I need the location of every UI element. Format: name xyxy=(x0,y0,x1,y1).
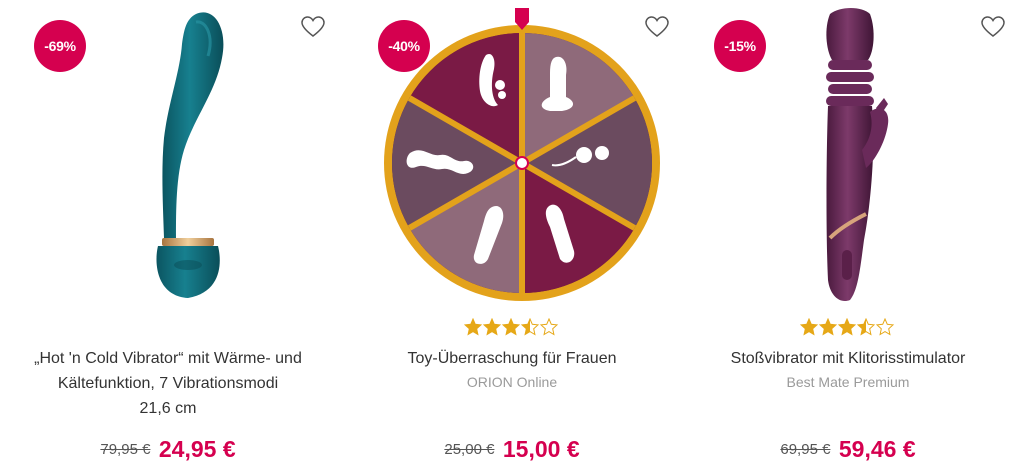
sale-price: 24,95 € xyxy=(158,436,236,462)
brand-name[interactable]: Best Mate Premium xyxy=(680,374,1016,390)
old-price: 79,95 € xyxy=(100,441,151,458)
brand-name[interactable]: ORION Online xyxy=(344,374,680,390)
discount-badge: -69% xyxy=(34,20,86,72)
heart-outline-icon[interactable] xyxy=(978,12,1008,42)
rating-stars xyxy=(344,318,680,338)
product-title[interactable]: Toy-Überraschung für Frauen xyxy=(364,346,660,371)
sale-price: 59,46 € xyxy=(838,436,916,462)
old-price: 25,00 € xyxy=(444,441,495,458)
product-title-line: 21,6 cm xyxy=(139,400,197,417)
sale-price: 15,00 € xyxy=(502,436,580,462)
price-row: 79,95 € 24,95 € xyxy=(0,436,336,463)
product-title-line: Kältefunktion, 7 Vibrationsmodi xyxy=(57,375,279,392)
heart-outline-icon[interactable] xyxy=(642,12,672,42)
product-title[interactable]: Stoßvibrator mit Klitorisstimulator xyxy=(700,346,996,371)
product-card[interactable]: -15% Stoßvibrator mit Klitorisstimulator… xyxy=(680,0,1016,473)
rating-stars xyxy=(680,318,1016,338)
product-grid: -69% „Hot 'n Cold Vibrator“ mit Wärme- u… xyxy=(0,0,1024,473)
product-card[interactable]: -40% Toy-Überraschung für Frauen ORION O… xyxy=(344,0,680,473)
price-row: 25,00 € 15,00 € xyxy=(344,436,680,463)
heart-outline-icon[interactable] xyxy=(298,12,328,42)
product-title-line: „Hot 'n Cold Vibrator“ mit Wärme- und xyxy=(34,350,302,367)
discount-badge: -15% xyxy=(714,20,766,72)
product-card[interactable]: -69% „Hot 'n Cold Vibrator“ mit Wärme- u… xyxy=(0,0,336,473)
product-title[interactable]: „Hot 'n Cold Vibrator“ mit Wärme- und Kä… xyxy=(20,346,316,421)
discount-badge: -40% xyxy=(378,20,430,72)
old-price: 69,95 € xyxy=(780,441,831,458)
price-row: 69,95 € 59,46 € xyxy=(680,436,1016,463)
